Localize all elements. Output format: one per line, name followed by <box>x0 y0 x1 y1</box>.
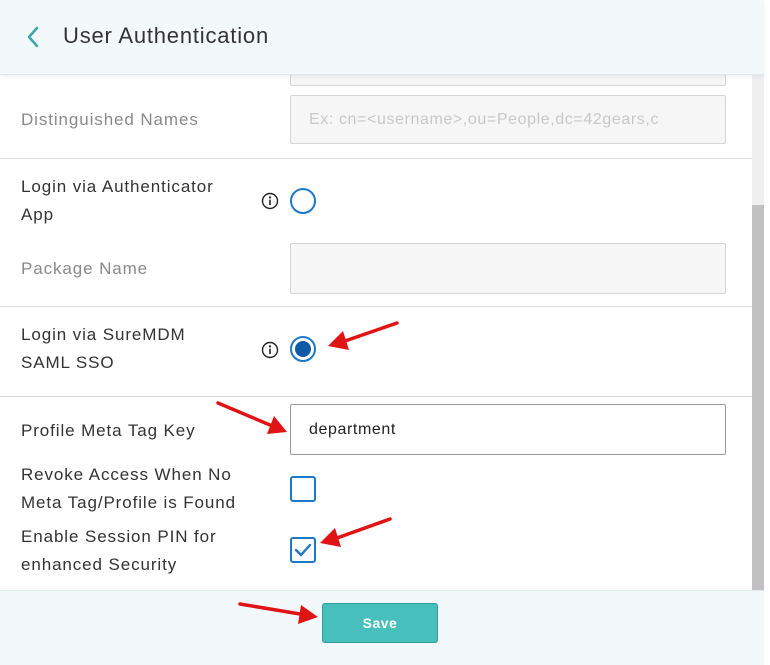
suremdm-saml-label-line2: SAML SSO <box>21 353 115 372</box>
profile-meta-tag-key-input[interactable]: department <box>290 404 726 455</box>
session-pin-label-line2: enhanced Security <box>21 555 178 574</box>
distinguished-names-label: Distinguished Names <box>21 110 199 129</box>
package-name-input[interactable] <box>290 243 726 294</box>
save-button[interactable]: Save <box>322 603 438 643</box>
revoke-access-label-line1: Revoke Access When No <box>21 465 232 484</box>
authenticator-app-label: Login via Authenticator App <box>21 173 214 229</box>
authenticator-app-radio[interactable] <box>290 188 316 214</box>
package-name-label: Package Name <box>21 259 149 278</box>
suremdm-saml-label: Login via SureMDM SAML SSO <box>21 321 186 377</box>
section-divider <box>0 306 752 307</box>
form-content: Distinguished Names Ex: cn=<username>,ou… <box>0 0 752 590</box>
info-icon[interactable] <box>261 192 279 210</box>
window-edge <box>764 0 770 664</box>
distinguished-names-input[interactable]: Ex: cn=<username>,ou=People,dc=42gears,c <box>290 95 726 144</box>
revoke-access-label: Revoke Access When No Meta Tag/Profile i… <box>21 461 236 517</box>
distinguished-names-placeholder: Ex: cn=<username>,ou=People,dc=42gears,c <box>309 110 659 128</box>
page-header: User Authentication <box>0 0 764 75</box>
page-title: User Authentication <box>63 23 269 48</box>
profile-meta-tag-key-label: Profile Meta Tag Key <box>21 421 196 440</box>
revoke-access-label-line2: Meta Tag/Profile is Found <box>21 493 236 512</box>
suremdm-saml-radio[interactable] <box>290 336 316 362</box>
checkmark-icon <box>294 543 312 557</box>
authenticator-app-label-line2: App <box>21 205 54 224</box>
session-pin-checkbox[interactable] <box>290 537 316 563</box>
profile-meta-tag-key-value: department <box>309 420 396 438</box>
session-pin-label: Enable Session PIN for enhanced Security <box>21 523 217 579</box>
suremdm-saml-label-line1: Login via SureMDM <box>21 325 186 344</box>
chevron-left-icon[interactable] <box>18 22 48 52</box>
form-footer: Save <box>0 590 764 665</box>
session-pin-label-line1: Enable Session PIN for <box>21 527 217 546</box>
section-divider <box>0 158 752 159</box>
scrollbar-thumb[interactable] <box>752 205 764 590</box>
authenticator-app-label-line1: Login via Authenticator <box>21 177 214 196</box>
info-icon[interactable] <box>261 341 279 359</box>
revoke-access-checkbox[interactable] <box>290 476 316 502</box>
section-divider <box>0 396 752 397</box>
